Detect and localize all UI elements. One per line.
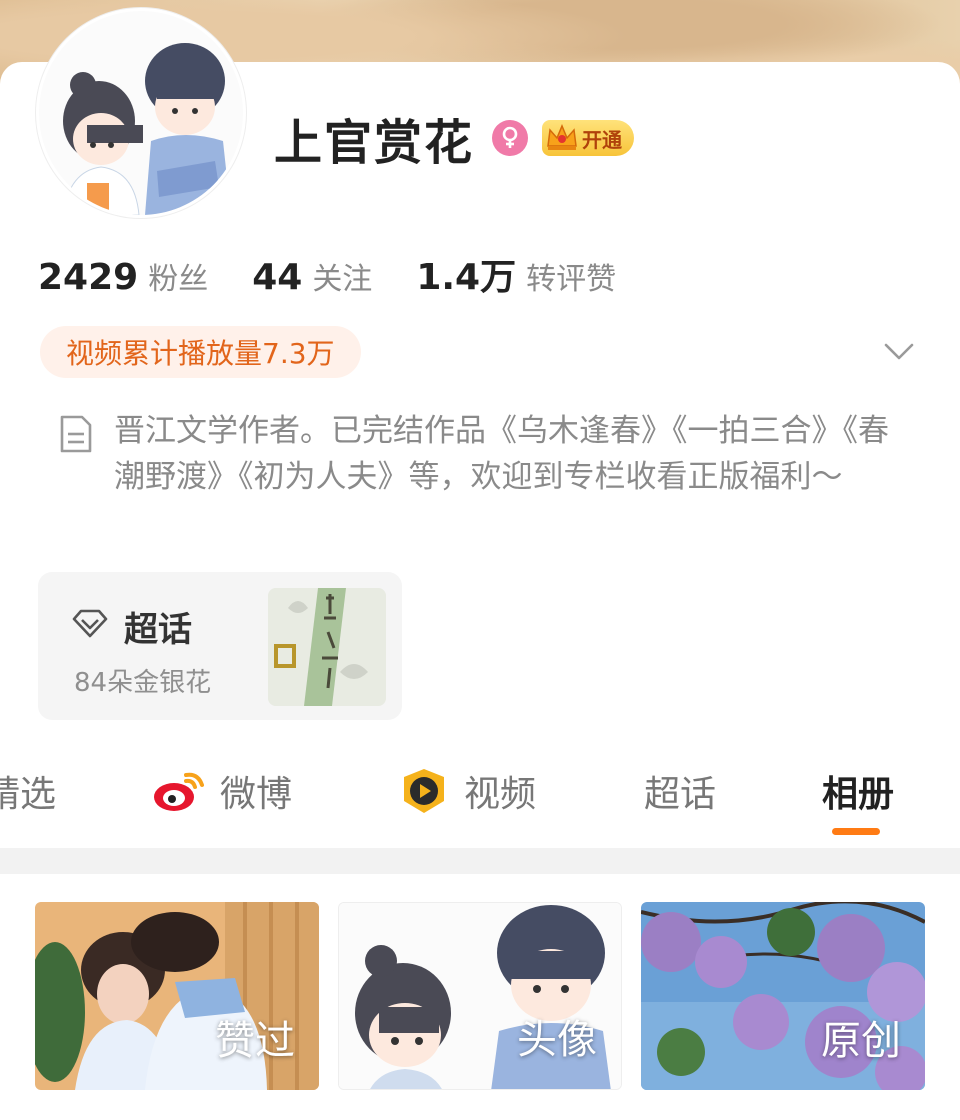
video-play-icon bbox=[404, 769, 444, 813]
female-gender-icon bbox=[492, 120, 529, 156]
profile-name: 上官赏花 bbox=[274, 115, 475, 171]
followers-count[interactable]: 2429 bbox=[38, 257, 138, 298]
super-topic-subtitle: 84朵金银花 bbox=[74, 668, 212, 698]
video-play-count-badge[interactable]: 视频累计播放量7.3万 bbox=[40, 326, 361, 378]
tab-label: 视频 bbox=[464, 774, 537, 815]
vip-open-button[interactable]: 开通 bbox=[542, 120, 635, 156]
section-divider bbox=[0, 848, 960, 874]
album-liked[interactable]: 赞过 bbox=[35, 902, 319, 1090]
profile-tabs: 精选 微博 视频 超话 相册 bbox=[0, 756, 960, 846]
vip-label: 开通 bbox=[582, 127, 623, 152]
avatar[interactable] bbox=[36, 8, 246, 218]
interactions-label[interactable]: 转评赞 bbox=[526, 254, 616, 298]
album-label: 原创 bbox=[821, 1018, 901, 1064]
profile-name-row: 上官赏花 开通 bbox=[274, 108, 635, 171]
super-topic-card[interactable]: 超话 84朵金银花 bbox=[38, 572, 402, 720]
followers-label[interactable]: 粉丝 bbox=[148, 254, 208, 298]
tab-super-topic[interactable]: 超话 bbox=[644, 766, 716, 816]
album-label: 头像 bbox=[517, 1017, 597, 1063]
chevron-down-icon[interactable] bbox=[882, 334, 916, 368]
weibo-icon bbox=[154, 772, 204, 811]
super-topic-thumbnail bbox=[268, 588, 386, 706]
tab-album[interactable]: 相册 bbox=[822, 766, 894, 816]
tab-weibo[interactable]: 微博 bbox=[152, 766, 292, 816]
tab-video[interactable]: 视频 bbox=[396, 766, 536, 816]
active-tab-indicator bbox=[832, 828, 880, 835]
tab-label: 微博 bbox=[220, 774, 293, 815]
crown-icon bbox=[547, 124, 577, 150]
interactions-count[interactable]: 1.4万 bbox=[416, 248, 516, 300]
album-label: 赞过 bbox=[215, 1018, 295, 1064]
tab-featured[interactable]: 精选 bbox=[0, 766, 56, 816]
profile-stats: 2429 粉丝 44 关注 1.4万 转评赞 bbox=[38, 248, 660, 298]
tab-label: 精选 bbox=[0, 774, 57, 815]
following-label[interactable]: 关注 bbox=[312, 254, 372, 298]
document-icon bbox=[60, 415, 92, 453]
album-original[interactable]: 原创 bbox=[641, 902, 925, 1090]
diamond-icon bbox=[72, 609, 108, 638]
tab-label: 相册 bbox=[822, 774, 895, 815]
profile-bio: 晋江文学作者。已完结作品《乌木逢春》《一拍三合》《春潮野渡》《初为人夫》等，欢迎… bbox=[114, 413, 889, 495]
album-avatar[interactable]: 头像 bbox=[338, 902, 622, 1090]
super-topic-title: 超话 bbox=[124, 610, 192, 650]
tab-label: 超话 bbox=[644, 774, 717, 815]
following-count[interactable]: 44 bbox=[252, 257, 302, 298]
